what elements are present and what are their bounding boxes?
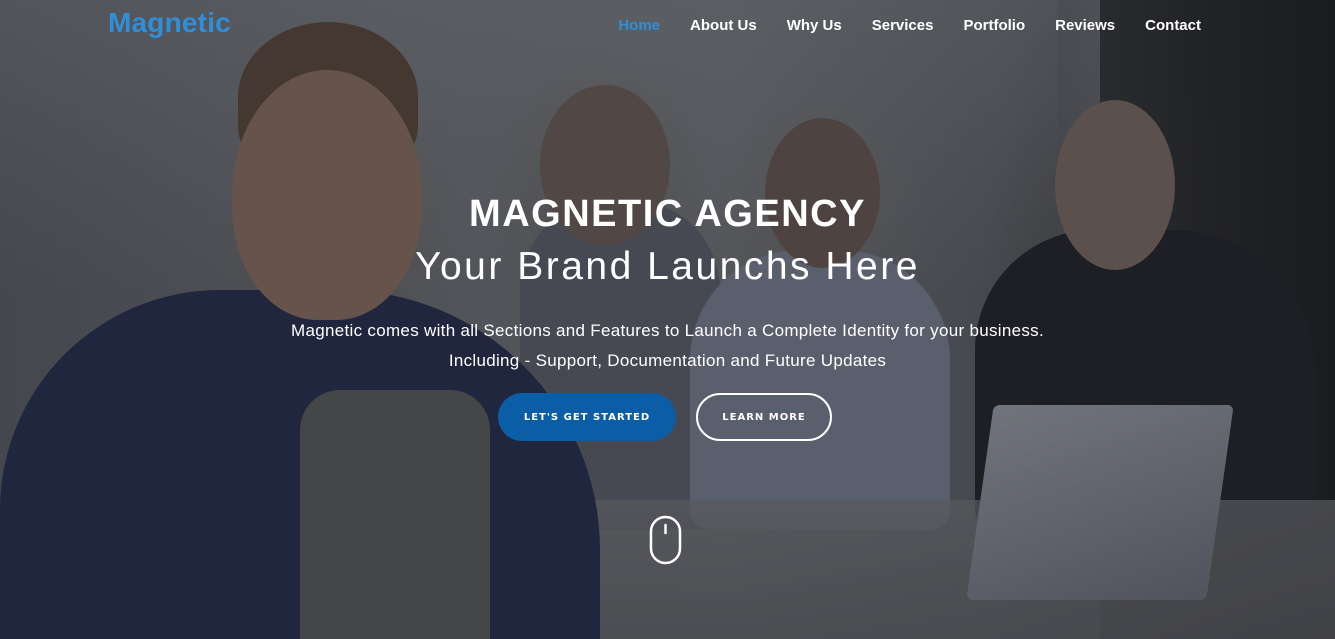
site-logo[interactable]: Magnetic [108, 7, 231, 39]
learn-more-button[interactable]: LEARN MORE [696, 393, 832, 441]
nav-item-portfolio[interactable]: Portfolio [963, 17, 1025, 34]
nav-item-why-us[interactable]: Why Us [787, 17, 842, 34]
nav-item-home[interactable]: Home [618, 17, 660, 34]
mouse-scroll-icon[interactable] [649, 515, 682, 565]
get-started-button[interactable]: LET'S GET STARTED [498, 393, 676, 441]
nav-item-contact[interactable]: Contact [1145, 17, 1201, 34]
hero-section: Magnetic Home About Us Why Us Services P… [0, 0, 1335, 639]
hero-description-line-1: Magnetic comes with all Sections and Fea… [291, 321, 1044, 340]
nav-menu: Home About Us Why Us Services Portfolio … [618, 17, 1201, 34]
top-navigation: Magnetic Home About Us Why Us Services P… [0, 0, 1335, 54]
nav-item-about-us[interactable]: About Us [690, 17, 757, 34]
hero-description-line-2: Including - Support, Documentation and F… [448, 351, 887, 370]
nav-item-reviews[interactable]: Reviews [1055, 17, 1115, 34]
hero-title: MAGNETIC AGENCY [469, 193, 866, 235]
nav-item-services[interactable]: Services [872, 17, 934, 34]
hero-subtitle: Your Brand Launchs Here [415, 245, 920, 288]
